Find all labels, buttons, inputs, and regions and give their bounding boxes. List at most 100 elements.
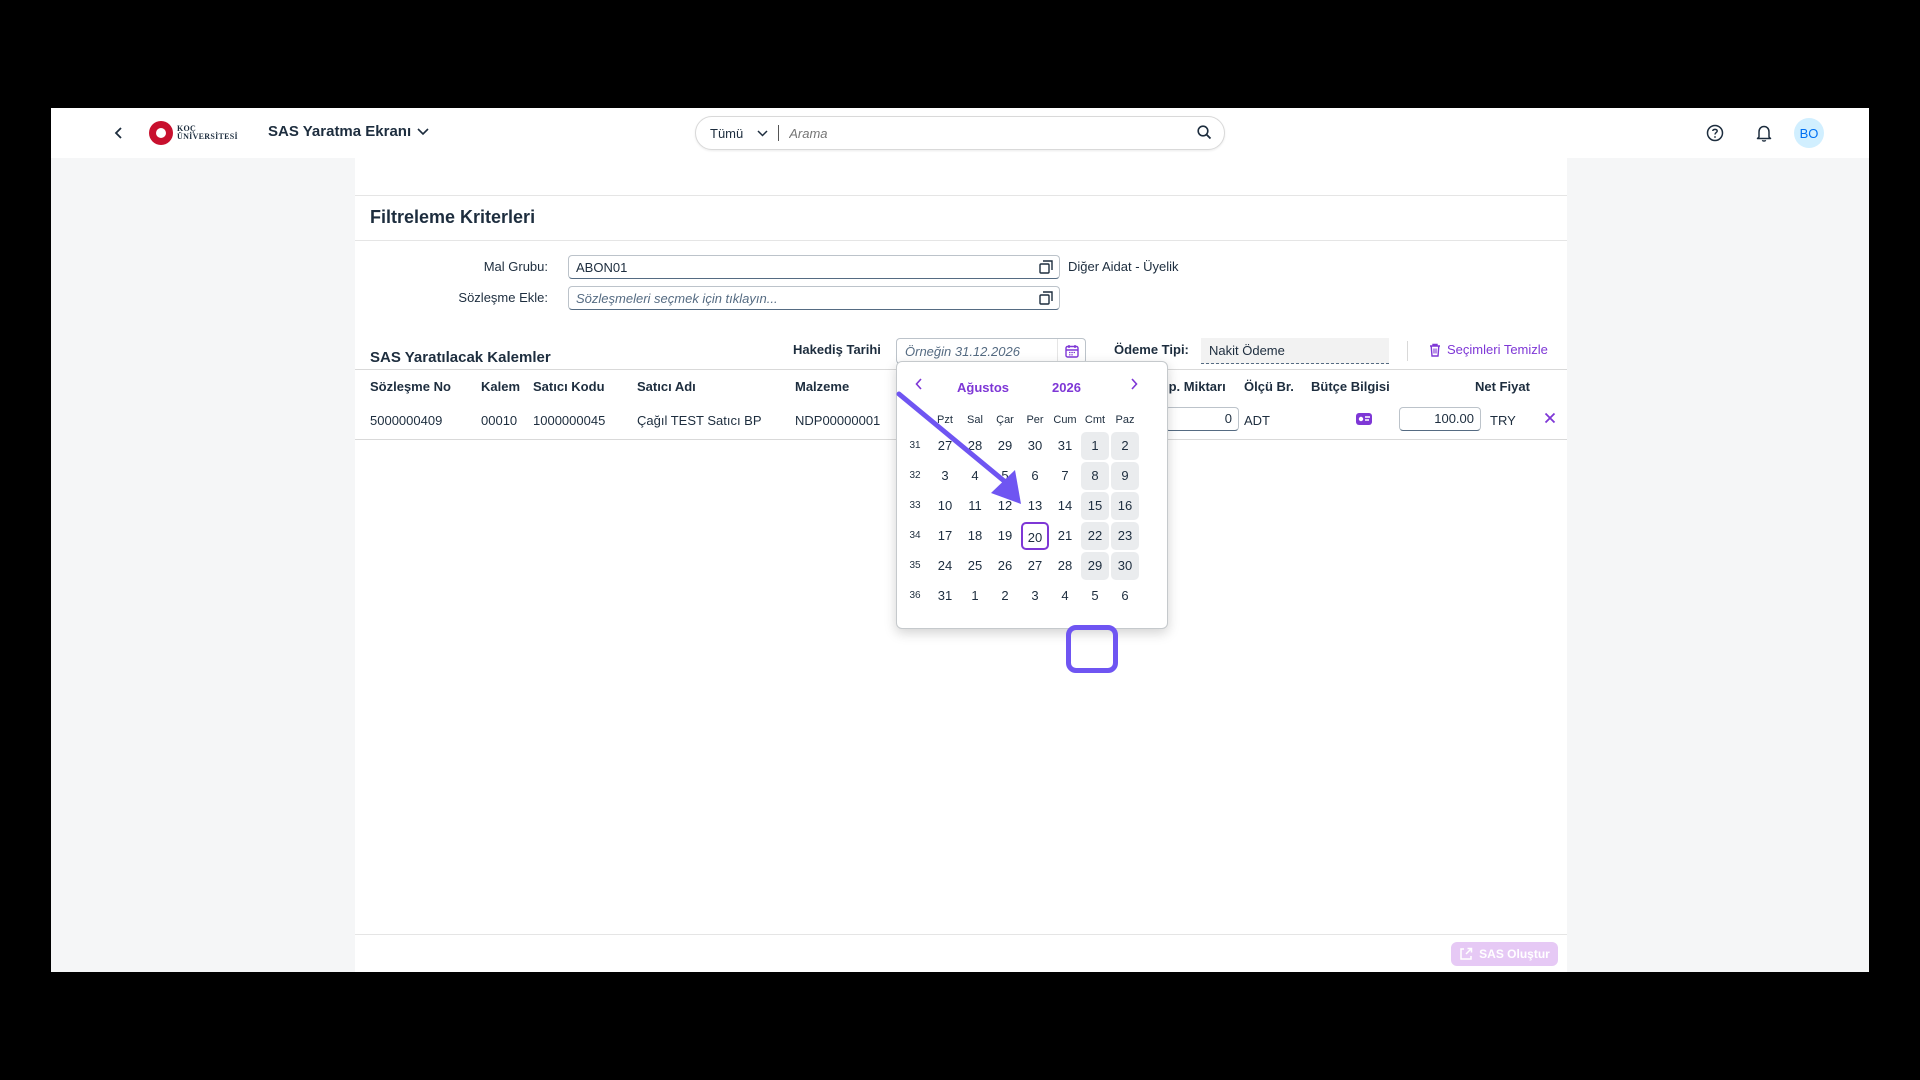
search-icon[interactable] — [1197, 125, 1212, 144]
calendar-day[interactable]: 27 — [1021, 552, 1049, 580]
odeme-tipi-label: Ödeme Tipi: — [1114, 342, 1189, 357]
calendar-day[interactable]: 27 — [931, 432, 959, 460]
budget-info-icon[interactable] — [1355, 411, 1373, 427]
mal-grubu-value: ABON01 — [576, 259, 628, 275]
calendar-day[interactable]: 7 — [1051, 462, 1079, 490]
calendar-day[interactable]: 31 — [931, 582, 959, 610]
calendar-day[interactable]: 13 — [1021, 492, 1049, 520]
calendar-day[interactable]: 22 — [1081, 522, 1109, 550]
calendar-day[interactable]: 2 — [1111, 432, 1139, 460]
calendar-day[interactable]: 18 — [961, 522, 989, 550]
calendar-day[interactable]: 10 — [931, 492, 959, 520]
cell-olcu-br: ADT — [1244, 413, 1270, 428]
footer-divider — [355, 934, 1567, 935]
calendar-day[interactable]: 31 — [1051, 432, 1079, 460]
search-bar: Tümü — [695, 116, 1225, 150]
calendar-day[interactable]: 8 — [1081, 462, 1109, 490]
week-number: 32 — [909, 470, 921, 481]
calendar-day[interactable]: 2 — [991, 582, 1019, 610]
calendar-day[interactable]: 5 — [991, 462, 1019, 490]
sozlesme-input[interactable]: Sözleşmeleri seçmek için tıklayın... — [568, 286, 1060, 310]
calendar-day[interactable]: 30 — [1021, 432, 1049, 460]
weekday-header: Pzt — [937, 414, 953, 426]
calendar-button[interactable] — [1057, 339, 1085, 363]
calendar-day[interactable]: 19 — [991, 522, 1019, 550]
calendar-day[interactable]: 4 — [1051, 582, 1079, 610]
sas-olustur-button[interactable]: SAS Oluştur — [1451, 942, 1558, 966]
calendar-day[interactable]: 5 — [1081, 582, 1109, 610]
calendar-day[interactable]: 9 — [1111, 462, 1139, 490]
weekday-header: Per — [1026, 414, 1044, 426]
calendar-day[interactable]: 25 — [961, 552, 989, 580]
calendar-day[interactable]: 15 — [1081, 492, 1109, 520]
shell-bar: KOÇ ÜNİVERSİTESİ SAS Yaratma Ekranı Tümü — [51, 108, 1869, 158]
col-satici-kodu: Satıcı Kodu — [533, 379, 605, 394]
sip-miktari-input[interactable]: 0 — [1165, 407, 1239, 431]
week-number: 35 — [909, 560, 921, 571]
calendar-day[interactable]: 4 — [961, 462, 989, 490]
calendar-day[interactable]: 29 — [1081, 552, 1109, 580]
value-help-icon[interactable] — [1039, 291, 1053, 305]
col-olcu-br: Ölçü Br. — [1244, 379, 1294, 394]
calendar-day[interactable]: 26 — [991, 552, 1019, 580]
calendar-day[interactable]: 6 — [1111, 582, 1139, 610]
calendar-month[interactable]: Ağustos — [957, 380, 1009, 395]
cell-satici-kodu: 1000000045 — [533, 413, 606, 428]
weekday-header: Cum — [1053, 414, 1077, 426]
app-title-menu[interactable]: SAS Yaratma Ekranı — [268, 123, 429, 140]
chevron-down-icon — [757, 129, 768, 137]
trash-icon — [1430, 343, 1440, 357]
calendar-day[interactable]: 24 — [931, 552, 959, 580]
logo-line-2: ÜNİVERSİTESİ — [177, 132, 238, 141]
calendar-day[interactable]: 23 — [1111, 522, 1139, 550]
app-title: SAS Yaratma Ekranı — [268, 123, 412, 140]
chevron-left-icon — [915, 378, 922, 390]
hakedis-placeholder: Örneğin 31.12.2026 — [905, 343, 1020, 359]
calendar-day[interactable]: 3 — [1021, 582, 1049, 610]
page-header-strip — [355, 158, 1567, 196]
sozlesme-placeholder: Sözleşmeleri seçmek için tıklayın... — [576, 290, 778, 306]
calendar-day[interactable]: 29 — [991, 432, 1019, 460]
search-scope-select[interactable]: Tümü — [696, 126, 768, 141]
calendar-day[interactable]: 3 — [931, 462, 959, 490]
net-fiyat-input[interactable]: 100.00 — [1399, 407, 1481, 431]
calendar-day[interactable]: 20 — [1021, 522, 1049, 550]
sas-olustur-label: SAS Oluştur — [1479, 947, 1550, 961]
delete-row-icon[interactable] — [1544, 409, 1556, 429]
bell-icon[interactable] — [1754, 123, 1774, 143]
filter-section-title: Filtreleme Kriterleri — [370, 207, 536, 227]
back-button[interactable] — [109, 123, 129, 143]
logo-mark-icon — [149, 121, 173, 145]
prev-month-button[interactable] — [915, 377, 923, 395]
calendar-day[interactable]: 12 — [991, 492, 1019, 520]
search-scope-label: Tümü — [710, 125, 744, 141]
value-help-icon[interactable] — [1039, 260, 1053, 274]
calendar-day[interactable]: 11 — [961, 492, 989, 520]
calendar-day[interactable]: 16 — [1111, 492, 1139, 520]
clear-selections-button[interactable]: Seçimleri Temizle — [1429, 342, 1548, 357]
chevron-down-icon — [417, 127, 429, 135]
calendar-day[interactable]: 17 — [931, 522, 959, 550]
search-separator — [778, 125, 780, 141]
calendar-day[interactable]: 28 — [1051, 552, 1079, 580]
calendar-day[interactable]: 1 — [1081, 432, 1109, 460]
user-avatar[interactable]: BO — [1794, 118, 1824, 148]
calendar-day[interactable]: 30 — [1111, 552, 1139, 580]
week-number: 36 — [909, 590, 921, 601]
calendar-day[interactable]: 28 — [961, 432, 989, 460]
mal-grubu-input[interactable]: ABON01 — [568, 255, 1060, 279]
divider — [355, 240, 1567, 241]
calendar-day[interactable]: 21 — [1051, 522, 1079, 550]
calendar-day[interactable]: 1 — [961, 582, 989, 610]
calendar-day[interactable]: 6 — [1021, 462, 1049, 490]
calendar-day[interactable]: 14 — [1051, 492, 1079, 520]
clear-selections-label: Seçimleri Temizle — [1447, 342, 1548, 357]
calendar-year[interactable]: 2026 — [1052, 380, 1081, 395]
odeme-tipi-value: Nakit Ödeme — [1201, 338, 1389, 364]
next-month-button[interactable] — [1130, 377, 1138, 395]
items-section-title: SAS Yaratılacak Kalemler — [370, 349, 551, 366]
help-icon[interactable] — [1705, 123, 1725, 143]
cell-currency: TRY — [1490, 413, 1516, 428]
search-input[interactable] — [789, 125, 1180, 141]
mal-grubu-description: Diğer Aidat - Üyelik — [1068, 259, 1179, 274]
